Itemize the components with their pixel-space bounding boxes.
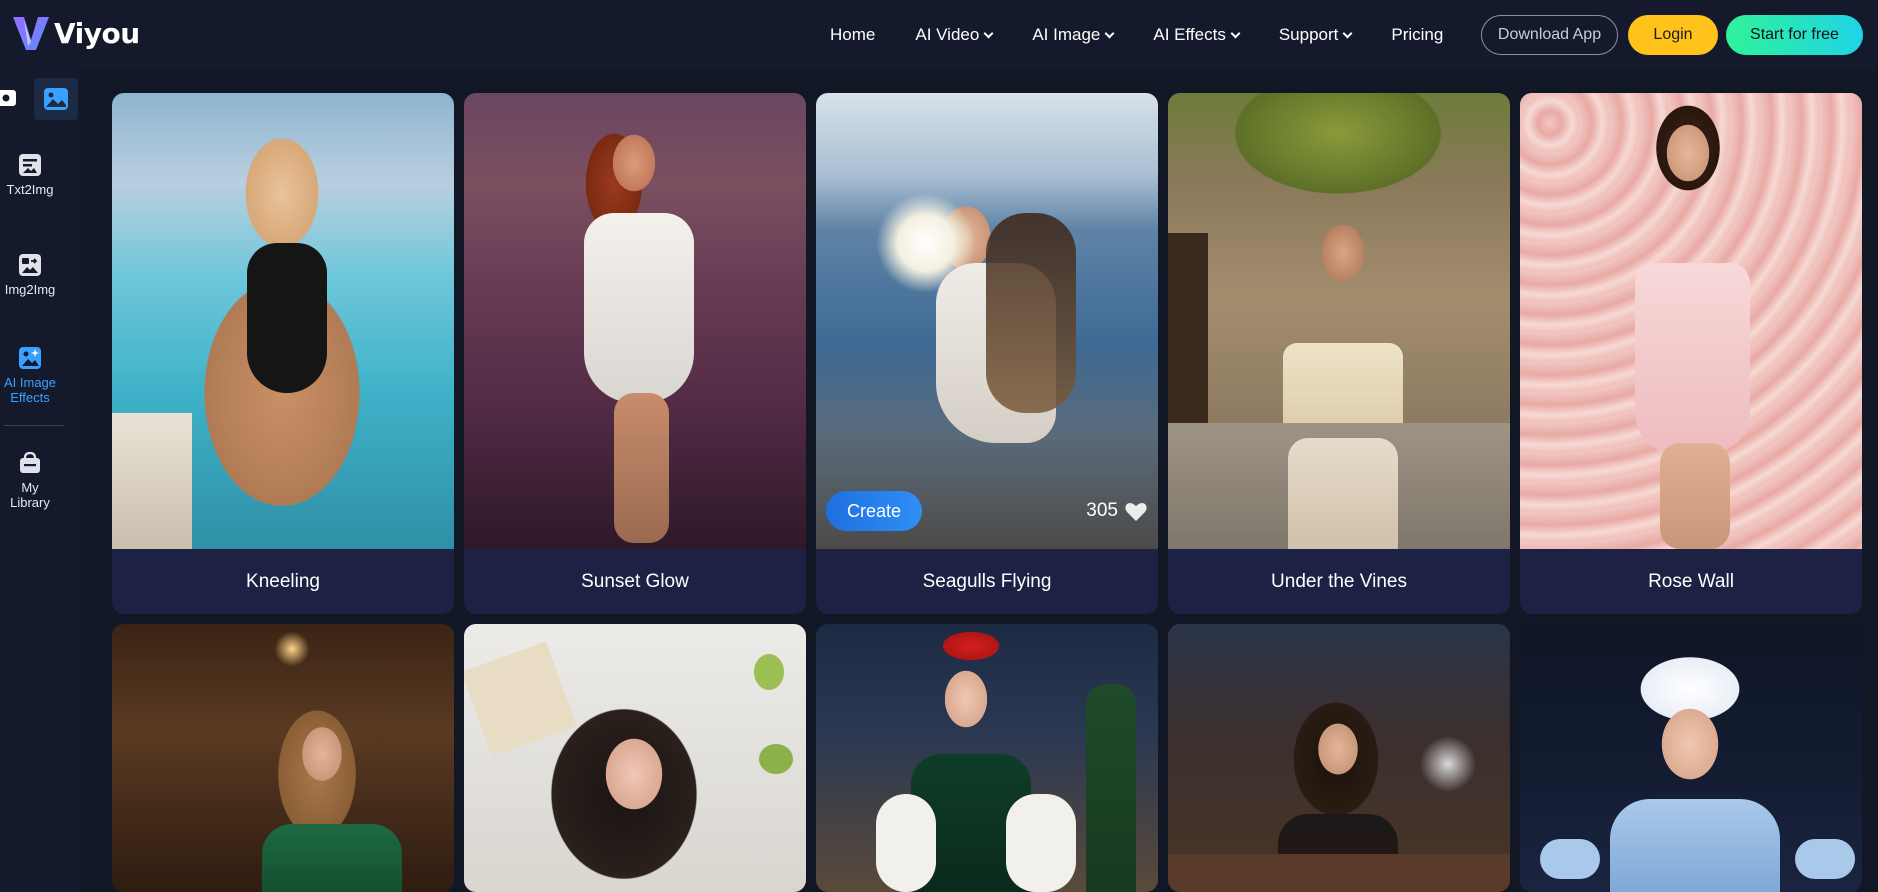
nav-home-label: Home [830, 25, 876, 44]
card-title: Rose Wall [1648, 570, 1734, 592]
main-nav: Home AI Video AI Image AI Effects Suppor… [830, 16, 1483, 54]
nav-ai-image[interactable]: AI Image [1032, 25, 1115, 45]
nav-support[interactable]: Support [1278, 25, 1353, 45]
create-button[interactable]: Create [826, 491, 922, 531]
card-thumbnail: Create 305 [816, 93, 1158, 549]
sidebar-mode-switch [0, 78, 80, 122]
txt2img-icon [19, 154, 41, 176]
nav-ai-video[interactable]: AI Video [915, 25, 994, 45]
img2img-icon [19, 254, 41, 276]
effect-card-row2-3[interactable] [816, 624, 1158, 892]
sidebar-item-label: AI Image Effects [3, 375, 57, 405]
sidebar-item-label: Img2Img [4, 282, 56, 297]
nav-home[interactable]: Home [830, 25, 875, 45]
effect-card-row2-4[interactable] [1168, 624, 1510, 892]
nav-ai-video-label: AI Video [915, 25, 980, 44]
nav-pricing[interactable]: Pricing [1391, 25, 1443, 45]
sidebar-item-label: My Library [10, 480, 50, 510]
like-count: 305 [1086, 500, 1118, 521]
card-title: Under the Vines [1271, 570, 1407, 592]
left-sidebar: Txt2Img Img2Img AI Image Effects My Libr… [0, 70, 80, 892]
download-app-button[interactable]: Download App [1481, 15, 1618, 55]
ai-image-effects-icon [19, 347, 41, 369]
effect-card-seagulls-flying[interactable]: Create 305 Seagulls Flying [816, 93, 1158, 614]
start-for-free-button[interactable]: Start for free [1726, 15, 1863, 55]
effect-card-kneeling[interactable]: Kneeling [112, 93, 454, 614]
card-title: Seagulls Flying [922, 570, 1052, 592]
sidebar-divider [4, 425, 64, 426]
nav-pricing-label: Pricing [1391, 25, 1444, 44]
effect-card-sunset-glow[interactable]: Sunset Glow [464, 93, 806, 614]
nav-ai-effects[interactable]: AI Effects [1153, 25, 1241, 45]
login-button[interactable]: Login [1628, 15, 1718, 55]
sidebar-item-ai-image-effects[interactable]: AI Image Effects [0, 345, 60, 405]
like-counter[interactable]: 305 [1086, 500, 1148, 522]
card-thumbnail [816, 624, 1158, 892]
sidebar-item-my-library[interactable]: My Library [0, 450, 60, 510]
sidebar-item-label: Txt2Img [6, 182, 54, 197]
chevron-down-icon [1104, 28, 1115, 38]
card-thumbnail [112, 93, 454, 549]
effect-card-row2-5[interactable] [1520, 624, 1862, 892]
card-title: Kneeling [246, 570, 320, 592]
effect-card-row2-1[interactable] [112, 624, 454, 892]
card-thumbnail [112, 624, 454, 892]
image-mode-tab[interactable] [34, 78, 78, 120]
nav-support-label: Support [1278, 25, 1339, 44]
heart-icon [1125, 503, 1147, 521]
card-title: Sunset Glow [581, 570, 689, 592]
card-thumbnail [1520, 93, 1862, 549]
nav-ai-image-label: AI Image [1032, 25, 1101, 44]
sidebar-item-txt2img[interactable]: Txt2Img [0, 152, 60, 197]
card-thumbnail [464, 93, 806, 549]
nav-ai-effects-label: AI Effects [1153, 25, 1226, 44]
effect-card-rose-wall[interactable]: Rose Wall [1520, 93, 1862, 614]
brand-logo[interactable]: Viyou [10, 12, 140, 54]
card-thumbnail [1520, 624, 1862, 892]
card-thumbnail [1168, 624, 1510, 892]
effect-card-under-the-vines[interactable]: Under the Vines [1168, 93, 1510, 614]
effect-card-row2-2[interactable] [464, 624, 806, 892]
viyou-logo-icon [13, 17, 49, 50]
chevron-down-icon [1342, 28, 1353, 38]
top-header: Viyou Home AI Video AI Image AI Effects … [0, 0, 1878, 70]
card-thumbnail [1168, 93, 1510, 549]
library-icon [20, 451, 40, 473]
sidebar-item-img2img[interactable]: Img2Img [0, 252, 60, 297]
video-mode-icon[interactable] [0, 87, 18, 109]
chevron-down-icon [983, 28, 994, 38]
card-thumbnail [464, 624, 806, 892]
image-mode-icon [44, 88, 68, 110]
brand-name: Viyou [54, 16, 140, 50]
chevron-down-icon [1230, 28, 1241, 38]
